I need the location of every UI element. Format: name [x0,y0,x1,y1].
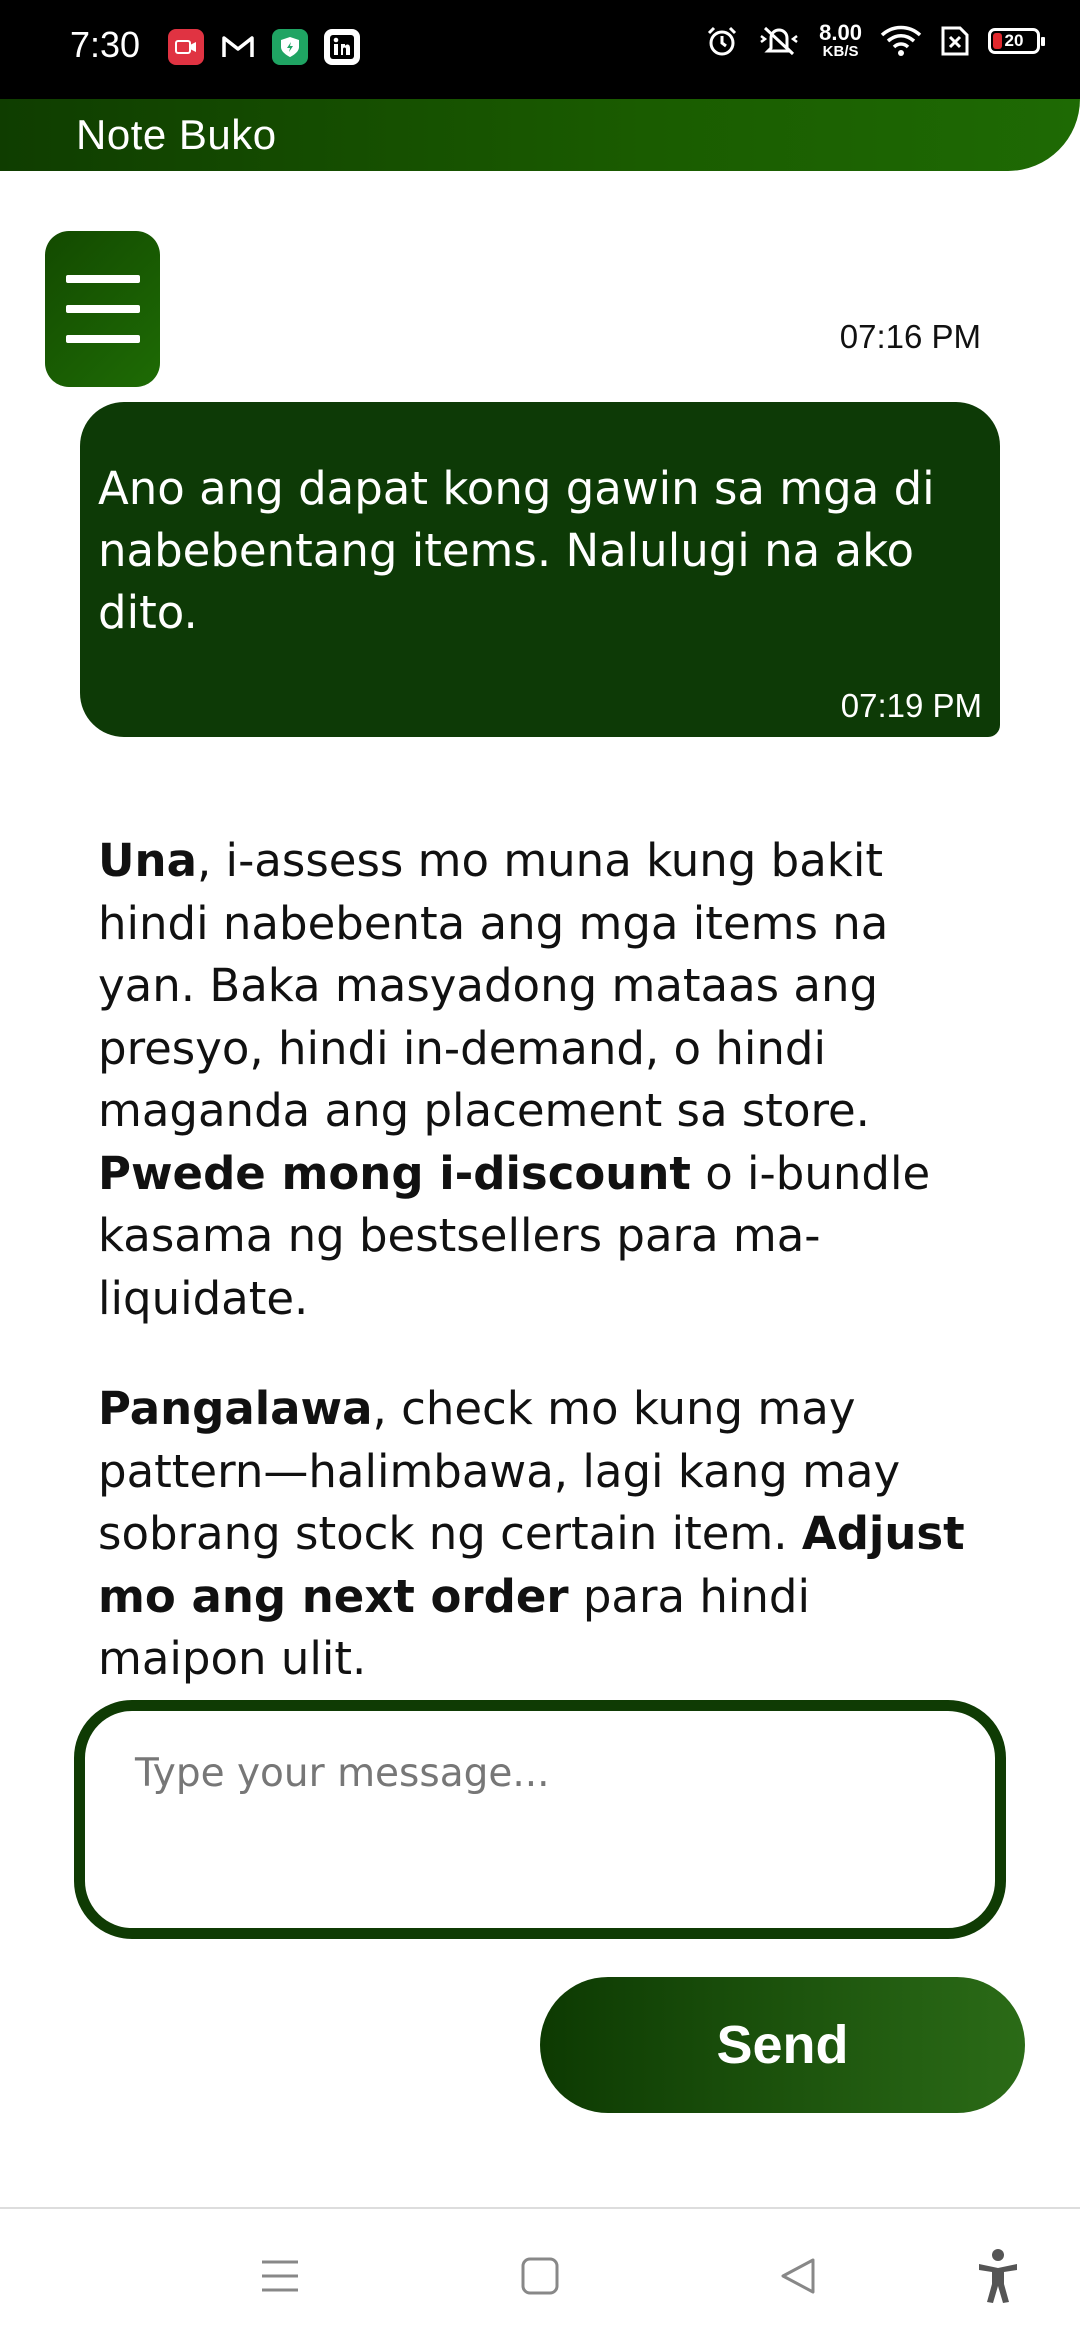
app-title: Note Buko [76,111,277,158]
screen-record-icon [168,29,204,65]
message-input[interactable]: Type your message... [74,1700,1006,1939]
gmail-icon [220,29,256,65]
assistant-reply: Una, i-assess mo muna kung bakit hindi n… [98,830,978,1739]
app-header: Note Buko [0,99,1080,171]
reply-paragraph: Pangalawa, check mo kung may pattern—hal… [98,1378,978,1691]
system-nav-bar [0,2207,1080,2342]
recents-button[interactable] [240,2209,320,2342]
send-button[interactable]: Send [540,1977,1025,2113]
status-time: 7:30 [70,24,141,65]
battery-level: 20 [1004,30,1024,50]
wifi-icon [880,25,922,56]
menu-button[interactable] [45,231,160,387]
status-bar: 7:30 8.00 KB/S 20 [0,0,1080,99]
reply-text: , i-assess mo muna kung bakit hindi nabe… [98,834,889,1137]
message-input-placeholder: Type your message... [135,1751,550,1796]
alarm-icon [708,26,737,55]
hamburger-icon-bar [65,335,140,343]
vpn-shield-icon [272,29,308,65]
battery-icon: 20 [988,27,1045,54]
hamburger-icon-bar [65,275,140,283]
vibrate-off-icon [760,26,798,55]
user-message-bubble: Ano ang dapat kong gawin sa mga di nabeb… [80,402,1000,737]
back-button[interactable] [758,2209,838,2342]
home-button[interactable] [500,2209,580,2342]
back-triangle-icon [781,2258,815,2293]
square-icon [521,2257,559,2294]
user-message-text: Ano ang dapat kong gawin sa mga di nabeb… [98,462,935,639]
message-timestamp: 07:16 PM [839,318,981,355]
user-message-timestamp: 07:19 PM [840,687,982,724]
accessibility-button[interactable] [958,2209,1038,2342]
network-speed-unit: KB/S [822,43,859,60]
reply-paragraph: Una, i-assess mo muna kung bakit hindi n… [98,830,978,1330]
hamburger-icon-bar [65,305,140,313]
system-icons: 8.00 KB/S 20 [705,20,1045,60]
notification-icons [168,29,360,65]
menu-lines-icon [262,2260,298,2291]
network-speed: 8.00 KB/S [819,20,862,60]
sim-off-icon [941,26,969,55]
reply-bold-text: Una [98,834,197,887]
reply-bold-text: Pangalawa [98,1382,373,1435]
linkedin-icon [324,29,360,65]
network-speed-value: 8.00 [819,20,862,45]
accessibility-icon [979,2248,1017,2303]
reply-bold-text: Pwede mong i-discount [98,1146,691,1200]
